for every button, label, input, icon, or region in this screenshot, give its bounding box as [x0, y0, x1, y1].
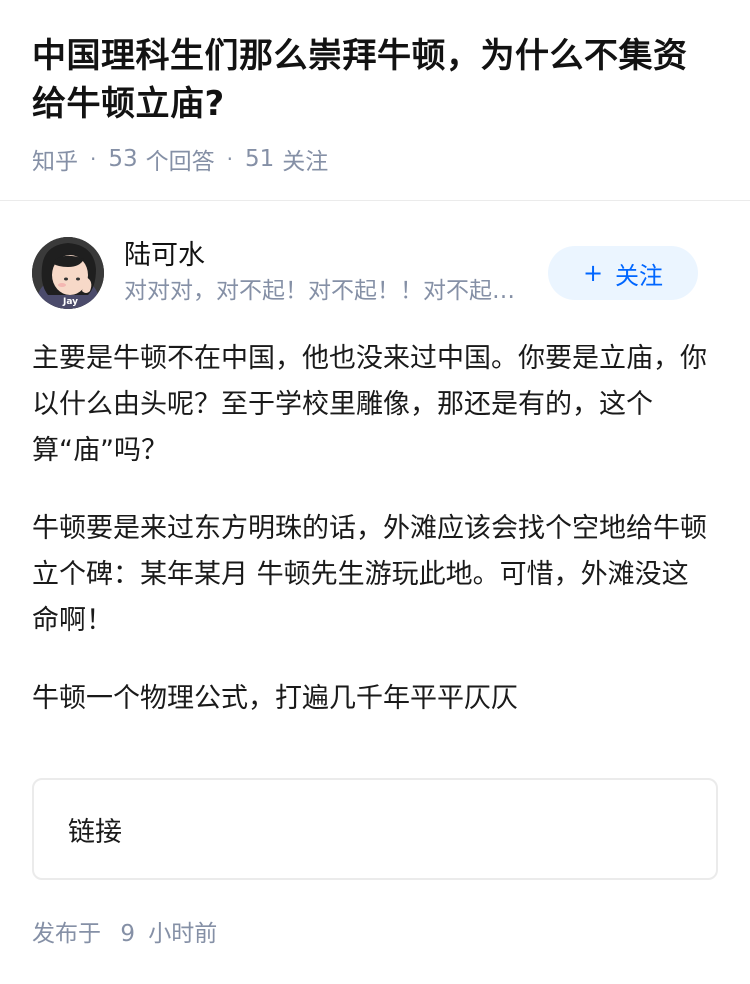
publish-unit: 小时前 [148, 921, 218, 947]
answer-content: 主要是牛顿不在中国，他也没来过中国。你要是立庙，你以什么由头呢？至于学校里雕像，… [32, 336, 710, 754]
follower-count-label: 关注 [282, 149, 329, 175]
avatar-illustration: Jay [32, 237, 104, 309]
publish-prefix: 发布于 [32, 921, 101, 947]
question-title[interactable]: 中国理科生们那么崇拜牛顿，为什么不集资给牛顿立庙? [32, 32, 718, 128]
answer-paragraph: 牛顿一个物理公式，打遍几千年平平仄仄 [32, 683, 518, 714]
follower-count: 51 [245, 146, 275, 172]
author-info: 陆可水 对对对，对不起！对不起！！对不起… [124, 238, 536, 308]
separator-dot: · [90, 147, 97, 171]
author-bio: 对对对，对不起！对不起！！对不起… [124, 278, 515, 304]
publish-time: 发布于 9 小时前 [32, 914, 217, 948]
answer-paragraph: 主要是牛顿不在中国，他也没来过中国。你要是立庙，你以什么由头呢？至于学校里雕像，… [32, 343, 707, 466]
separator-dot: · [226, 147, 233, 171]
answer-count: 53 [108, 146, 138, 172]
link-card-label: 链接 [68, 816, 122, 848]
answer-paragraph: 牛顿要是来过东方明珠的话，外滩应该会找个空地给牛顿立个碑：某年某月 牛顿先生游玩… [32, 513, 707, 636]
author-row: Jay 陆可水 对对对，对不起！对不起！！对不起… + 关注 [32, 236, 698, 310]
plus-icon: + [582, 259, 604, 287]
follow-button[interactable]: + 关注 [548, 246, 698, 300]
link-card[interactable]: 链接 [32, 778, 718, 880]
source-label: 知乎 [32, 149, 78, 175]
answer-page: 中国理科生们那么崇拜牛顿，为什么不集资给牛顿立庙? 知乎 · 53 个回答 · … [0, 0, 750, 984]
answer-count-label: 个回答 [145, 149, 215, 175]
avatar-jay-text: Jay [62, 297, 78, 307]
author-name[interactable]: 陆可水 [124, 238, 536, 274]
question-meta: 知乎 · 53 个回答 · 51 关注 [32, 142, 718, 176]
publish-number: 9 [120, 921, 135, 947]
question-header: 中国理科生们那么崇拜牛顿，为什么不集资给牛顿立庙? 知乎 · 53 个回答 · … [0, 0, 750, 201]
author-avatar[interactable]: Jay [32, 237, 104, 309]
follow-button-label: 关注 [615, 261, 664, 290]
